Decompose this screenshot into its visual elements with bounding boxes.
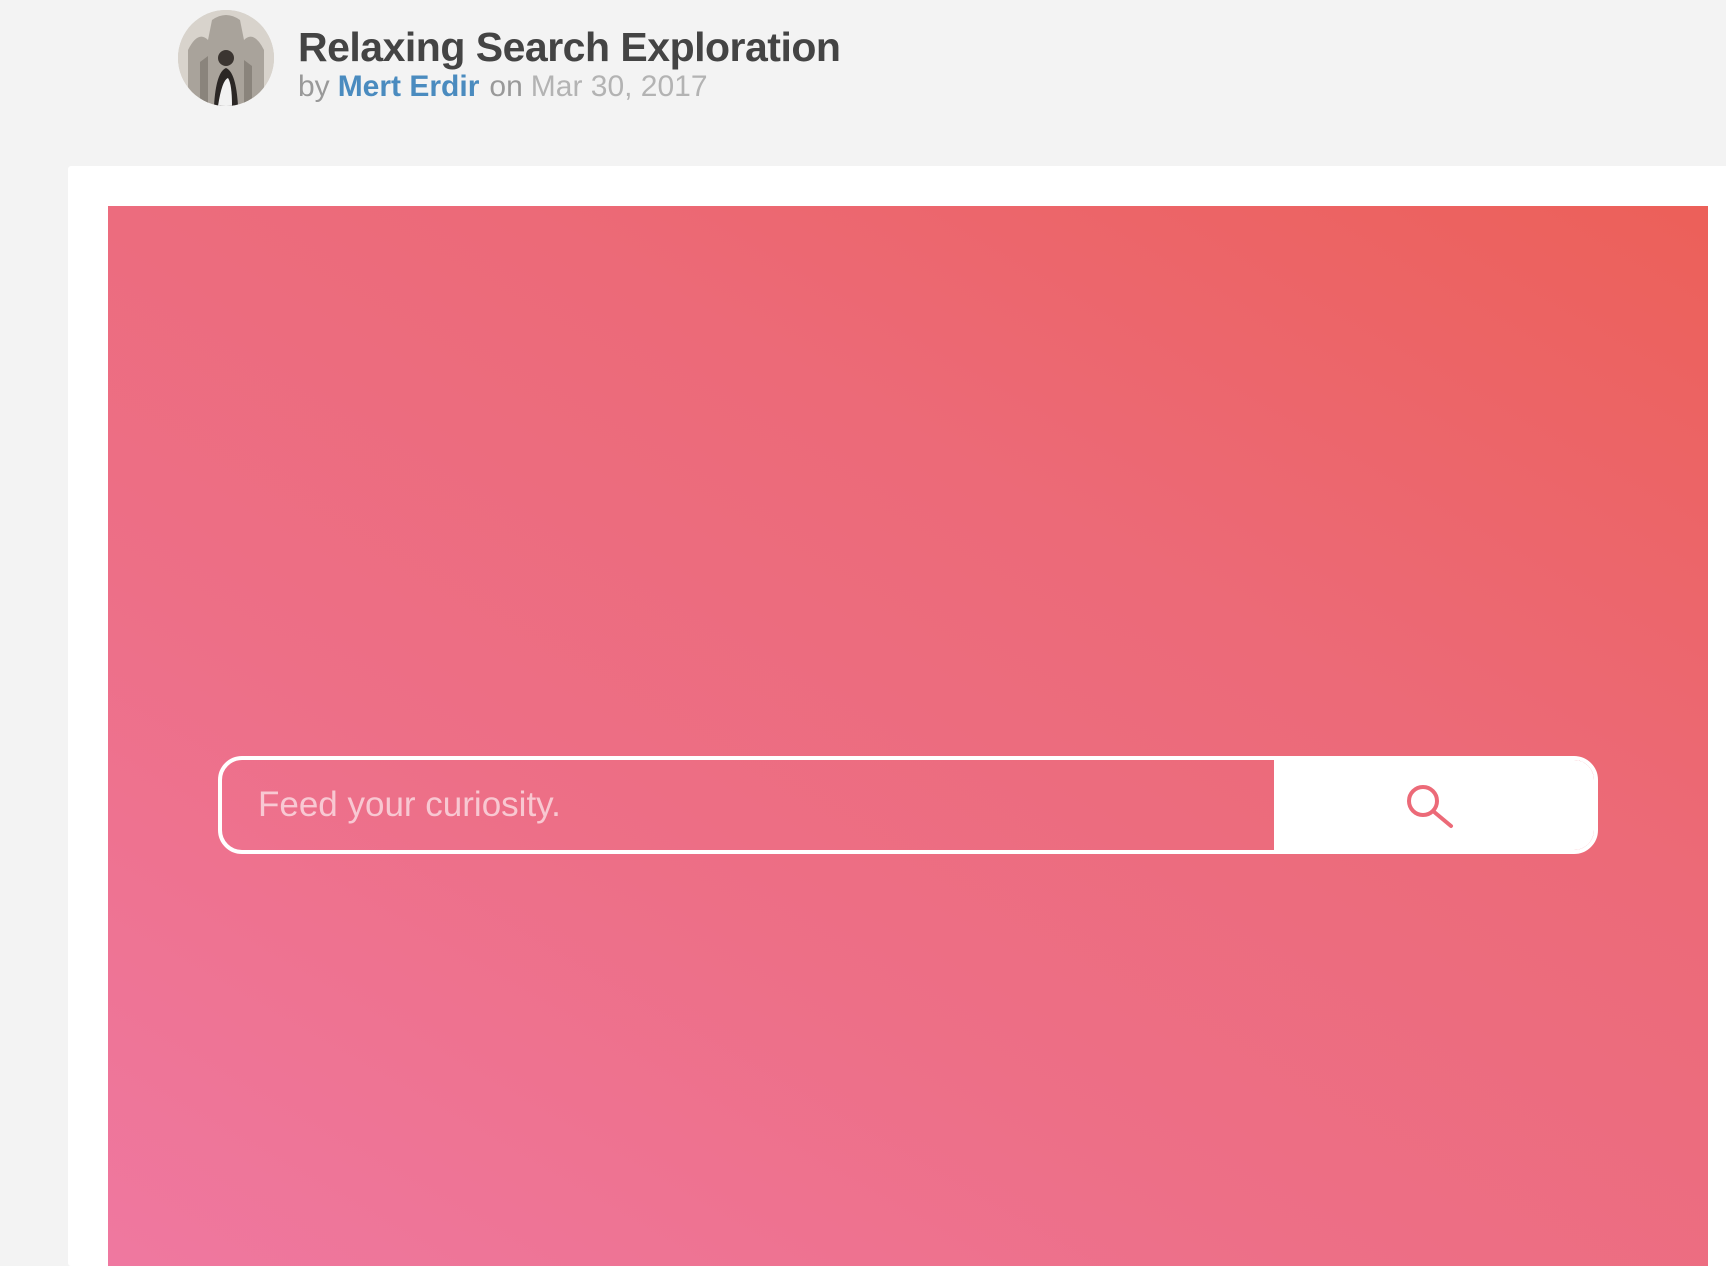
search-bar: Feed your curiosity. xyxy=(218,756,1598,854)
shot-byline: by Mert Erdir on Mar 30, 2017 xyxy=(298,70,708,104)
shot-image: Feed your curiosity. xyxy=(108,206,1708,1266)
search-input[interactable]: Feed your curiosity. xyxy=(222,760,1278,850)
shot-title: Relaxing Search Exploration xyxy=(298,24,841,70)
on-label: on xyxy=(489,70,523,103)
search-button[interactable] xyxy=(1274,760,1594,850)
author-link[interactable]: Mert Erdir xyxy=(338,70,480,103)
shot-card: Feed your curiosity. xyxy=(68,166,1726,1266)
author-avatar[interactable] xyxy=(178,10,274,106)
avatar-photo xyxy=(178,10,274,106)
by-label: by xyxy=(298,70,330,103)
search-icon xyxy=(1407,785,1453,828)
shot-date: Mar 30, 2017 xyxy=(530,70,708,103)
